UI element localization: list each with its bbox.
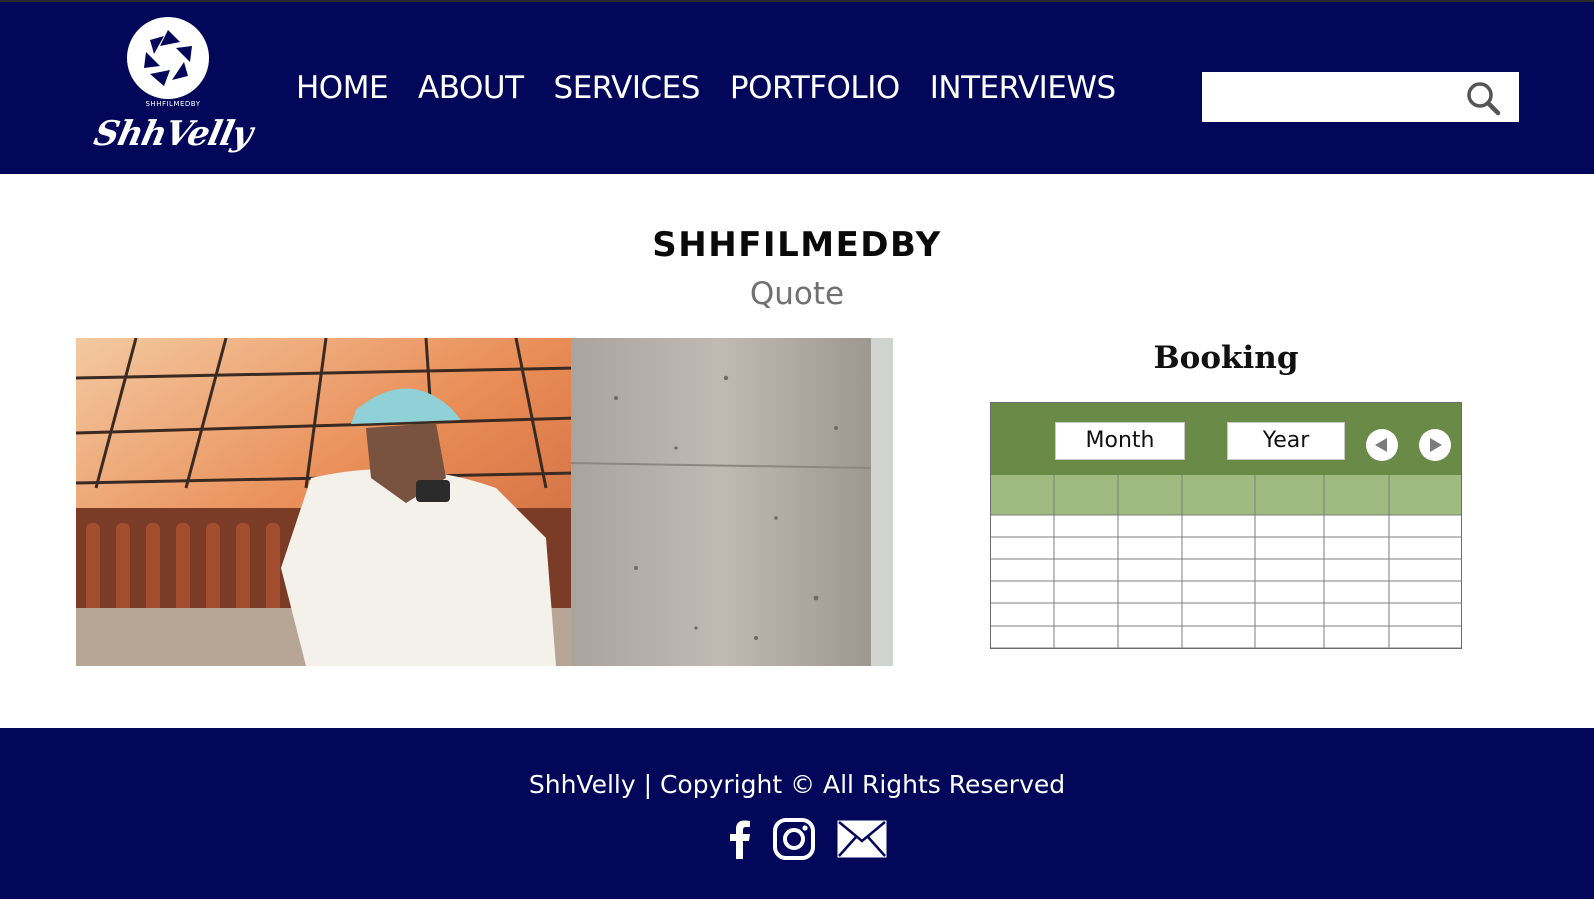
calendar-day-cell[interactable] (1182, 581, 1255, 603)
site-footer: ShhVelly | Copyright © All Rights Reserv… (0, 728, 1594, 899)
copyright-text: ShhVelly | Copyright © All Rights Reserv… (528, 770, 1066, 799)
search-box (1202, 72, 1519, 122)
calendar-day-cell[interactable] (1324, 626, 1389, 648)
calendar-day-cell[interactable] (991, 515, 1054, 537)
calendar-day-cell[interactable] (1324, 603, 1389, 626)
calendar-day-cell[interactable] (1054, 626, 1118, 648)
calendar-day-cell[interactable] (1389, 626, 1461, 648)
next-month-button[interactable] (1419, 429, 1451, 461)
triangle-right-icon (1430, 438, 1442, 452)
calendar-day-cell[interactable] (1182, 626, 1255, 648)
calendar-day-cell[interactable] (1054, 515, 1118, 537)
calendar-day-cell[interactable] (1389, 537, 1461, 559)
booking-title: Booking (1153, 340, 1299, 376)
prev-month-button[interactable] (1366, 429, 1398, 461)
calendar-day-cell[interactable] (991, 626, 1054, 648)
calendar-day-cell[interactable] (1324, 515, 1389, 537)
calendar-day-cell[interactable] (1118, 537, 1182, 559)
calendar-day-cell[interactable] (1324, 559, 1389, 581)
calendar-day-cell[interactable] (991, 559, 1054, 581)
calendar-day-cell[interactable] (1118, 581, 1182, 603)
year-select[interactable]: Year (1227, 422, 1345, 460)
calendar-day-cell[interactable] (1255, 603, 1324, 626)
calendar-day-cell[interactable] (1054, 603, 1118, 626)
search-input[interactable] (1202, 72, 1457, 122)
nav-about[interactable]: ABOUT (418, 70, 524, 106)
nav-services[interactable]: SERVICES (554, 70, 701, 106)
calendar-day-cell[interactable] (1389, 559, 1461, 581)
calendar-day-cell[interactable] (1054, 537, 1118, 559)
calendar-day-cell[interactable] (991, 537, 1054, 559)
calendar-day-cell[interactable] (1182, 559, 1255, 581)
search-button[interactable] (1464, 80, 1504, 116)
month-select[interactable]: Month (1055, 422, 1185, 460)
calendar-day-cell[interactable] (1054, 559, 1118, 581)
calendar-day-cell[interactable] (1182, 537, 1255, 559)
nav-interviews[interactable]: INTERVIEWS (930, 70, 1116, 106)
calendar-day-cell[interactable] (1118, 515, 1182, 537)
calendar-day-cell[interactable] (1054, 581, 1118, 603)
email-icon (837, 820, 887, 858)
booking-calendar: Month Year (990, 402, 1462, 649)
triangle-left-icon (1375, 438, 1387, 452)
calendar-day-cell[interactable] (1255, 515, 1324, 537)
calendar-day-cell[interactable] (1324, 581, 1389, 603)
calendar-day-cell[interactable] (991, 603, 1054, 626)
shutter-icon (127, 17, 209, 99)
weekday-header-row (991, 475, 1461, 515)
page-title: SHHFILMEDBY (652, 225, 942, 265)
calendar-day-cell[interactable] (1389, 581, 1461, 603)
page-subtitle: Quote (749, 276, 845, 312)
calendar-day-cell[interactable] (1182, 603, 1255, 626)
social-links (726, 818, 888, 864)
calendar-day-cell[interactable] (1118, 559, 1182, 581)
facebook-link[interactable] (726, 819, 752, 863)
site-header: SHHFILMEDBY ShhVelly HOME ABOUT SERVICES… (0, 2, 1594, 174)
calendar-day-cell[interactable] (1118, 626, 1182, 648)
email-link[interactable] (836, 819, 888, 863)
calendar-day-cell[interactable] (1389, 603, 1461, 626)
calendar-day-cell[interactable] (1324, 537, 1389, 559)
nav-portfolio[interactable]: PORTFOLIO (730, 70, 900, 106)
instagram-link[interactable] (772, 817, 816, 865)
facebook-icon (730, 820, 750, 859)
nav-home[interactable]: HOME (296, 70, 389, 106)
search-icon (1467, 82, 1501, 116)
calendar-day-cell[interactable] (1255, 559, 1324, 581)
hero-photo (76, 338, 893, 666)
calendar-day-cell[interactable] (1182, 515, 1255, 537)
main-nav: HOME ABOUT SERVICES PORTFOLIO INTERVIEWS (296, 2, 1116, 174)
brand-logo[interactable]: SHHFILMEDBY ShhVelly (88, 12, 258, 164)
calendar-day-cell[interactable] (1255, 626, 1324, 648)
logo-small-text: SHHFILMEDBY (145, 100, 201, 108)
calendar-day-grid (991, 515, 1461, 648)
calendar-day-cell[interactable] (1118, 603, 1182, 626)
calendar-day-cell[interactable] (1255, 537, 1324, 559)
calendar-day-cell[interactable] (1389, 515, 1461, 537)
calendar-day-cell[interactable] (991, 581, 1054, 603)
logo-script-text: ShhVelly (90, 114, 256, 154)
calendar-header: Month Year (991, 403, 1461, 475)
calendar-day-cell[interactable] (1255, 581, 1324, 603)
instagram-icon (773, 818, 815, 860)
